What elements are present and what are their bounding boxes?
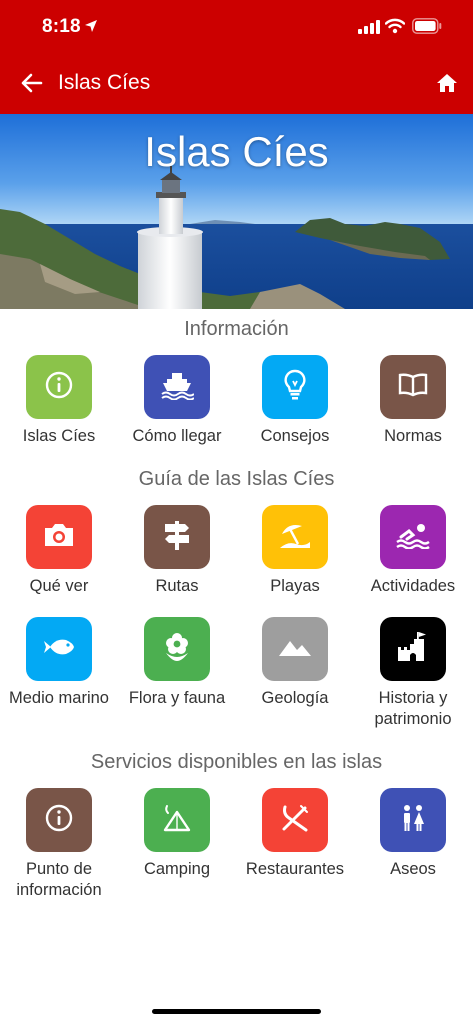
- tile-label: Historia y patrimonio: [374, 689, 452, 728]
- castle-icon: [396, 631, 430, 668]
- home-icon: [437, 73, 457, 97]
- flower-icon: [162, 631, 192, 668]
- tile-label: Aseos: [390, 860, 436, 878]
- home-button[interactable]: [434, 72, 460, 98]
- app-title: Islas Cíes: [58, 71, 151, 94]
- tent-icon: [161, 804, 193, 837]
- tile-label: Rutas: [155, 577, 199, 595]
- utensils-icon: [279, 802, 311, 839]
- info-icon: [44, 803, 74, 838]
- tile-label: Actividades: [370, 577, 456, 595]
- tile-icon-bg: [262, 788, 328, 852]
- tile-consejos[interactable]: Consejos: [236, 355, 354, 447]
- tile-icon-bg: [380, 617, 446, 681]
- hero-title: Islas Cíes: [144, 128, 329, 175]
- tile-flora-fauna[interactable]: Flora y fauna: [118, 617, 236, 709]
- tile-medio-marino[interactable]: Medio marino: [0, 617, 118, 709]
- tile-label: Playas: [270, 577, 320, 595]
- app-bar: Islas Cíes: [0, 56, 473, 114]
- tile-icon-bg: [144, 355, 210, 419]
- signpost-icon: [162, 519, 192, 556]
- beach-icon: [278, 520, 312, 555]
- location-arrow-icon: [84, 19, 98, 33]
- tile-aseos[interactable]: Aseos: [354, 788, 472, 880]
- tile-icon-bg: [26, 788, 92, 852]
- back-button[interactable]: [18, 71, 46, 99]
- status-time: 8:18: [42, 16, 81, 37]
- tile-icon-bg: [262, 355, 328, 419]
- tile-restaurantes[interactable]: Restaurantes: [236, 788, 354, 880]
- hero-banner: Islas Cíes: [0, 114, 473, 309]
- tile-icon-bg: [26, 505, 92, 569]
- camera-icon: [43, 522, 75, 553]
- tile-camping[interactable]: Camping: [118, 788, 236, 880]
- ship-icon: [160, 370, 195, 405]
- arrow-back-icon: [21, 73, 43, 98]
- tile-label: Medio marino: [9, 689, 109, 707]
- tile-icon-bg: [380, 788, 446, 852]
- restroom-icon: [398, 803, 428, 838]
- tile-label: Islas Cíes: [22, 427, 96, 445]
- tile-geologia[interactable]: Geología: [236, 617, 354, 709]
- tile-label: Cómo llegar: [132, 427, 222, 445]
- tile-label: Consejos: [260, 427, 330, 445]
- lightbulb-icon: [283, 369, 307, 406]
- battery-icon: [412, 18, 442, 39]
- tile-islas-cies[interactable]: Islas Cíes: [0, 355, 118, 447]
- status-bar: 8:18: [0, 0, 473, 56]
- tile-label: Punto de información: [16, 860, 102, 899]
- section-title-guia: Guía de las Islas Cíes: [138, 468, 335, 490]
- tile-icon-bg: [26, 355, 92, 419]
- swimmer-icon: [395, 521, 431, 554]
- tile-icon-bg: [380, 355, 446, 419]
- home-indicator[interactable]: [152, 1009, 321, 1014]
- tile-label: Normas: [384, 427, 442, 445]
- tile-label: Geología: [261, 689, 329, 707]
- tile-icon-bg: [262, 505, 328, 569]
- tile-label: Camping: [143, 860, 211, 878]
- section-title-informacion: Información: [184, 318, 289, 340]
- tile-icon-bg: [144, 505, 210, 569]
- tile-como-llegar[interactable]: Cómo llegar: [118, 355, 236, 447]
- tile-label: Qué ver: [29, 577, 89, 595]
- tile-icon-bg: [262, 617, 328, 681]
- tile-rutas[interactable]: Rutas: [118, 505, 236, 597]
- tile-icon-bg: [144, 617, 210, 681]
- wifi-icon: [384, 18, 406, 39]
- info-icon: [44, 370, 74, 405]
- tile-historia-patrimonio[interactable]: Historia y patrimonio: [354, 617, 472, 730]
- tile-icon-bg: [144, 788, 210, 852]
- tile-normas[interactable]: Normas: [354, 355, 472, 447]
- tile-icon-bg: [26, 617, 92, 681]
- tile-que-ver[interactable]: Qué ver: [0, 505, 118, 597]
- tile-playas[interactable]: Playas: [236, 505, 354, 597]
- fish-icon: [42, 635, 76, 664]
- book-icon: [397, 372, 429, 403]
- tile-label: Restaurantes: [245, 860, 345, 878]
- tile-punto-informacion[interactable]: Punto de información: [0, 788, 118, 901]
- mountains-icon: [278, 637, 312, 662]
- tile-label: Flora y fauna: [128, 689, 226, 707]
- tile-icon-bg: [380, 505, 446, 569]
- section-title-servicios: Servicios disponibles en las islas: [90, 751, 383, 773]
- signal-icon: [358, 20, 380, 39]
- tile-actividades[interactable]: Actividades: [354, 505, 472, 597]
